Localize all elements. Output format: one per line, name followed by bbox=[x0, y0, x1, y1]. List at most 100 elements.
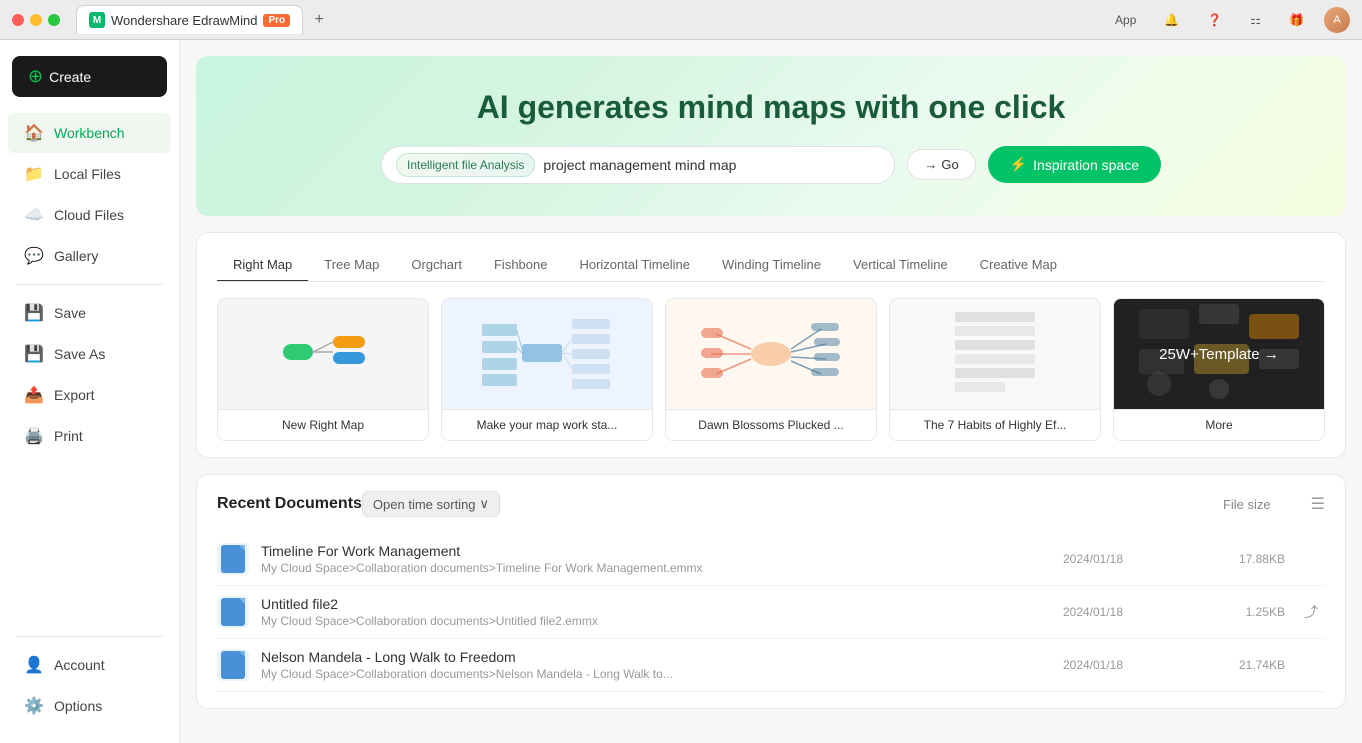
save-as-icon: 💾 bbox=[24, 344, 44, 364]
new-tab-button[interactable]: + bbox=[307, 8, 331, 32]
create-button[interactable]: ⊕ Create bbox=[12, 56, 167, 97]
share-icon-2[interactable]: ⤴ bbox=[1297, 598, 1325, 626]
sidebar-item-gallery[interactable]: 💬 Gallery bbox=[8, 236, 171, 276]
tab-right-map[interactable]: Right Map bbox=[217, 249, 308, 282]
titlebar-right: App 🔔 ❓ ⚏ 🎁 A bbox=[1107, 7, 1350, 33]
gallery-icon: 💬 bbox=[24, 246, 44, 266]
file-name-1: Timeline For Work Management bbox=[261, 543, 1001, 559]
traffic-lights bbox=[12, 14, 60, 26]
sidebar-item-cloud-files[interactable]: ☁️ Cloud Files bbox=[8, 195, 171, 235]
bell-icon: 🔔 bbox=[1164, 13, 1179, 27]
ai-search-input[interactable] bbox=[543, 157, 886, 173]
file-type-badge-2 bbox=[221, 598, 245, 626]
tab-orgchart[interactable]: Orgchart bbox=[395, 249, 478, 282]
recent-title: Recent Documents bbox=[217, 495, 362, 513]
template-grid: New Right Map bbox=[217, 298, 1325, 441]
tab-winding-timeline[interactable]: Winding Timeline bbox=[706, 249, 837, 282]
notification-button[interactable]: 🔔 bbox=[1156, 9, 1187, 31]
file-name-2: Untitled file2 bbox=[261, 596, 1001, 612]
template-card-dawn-blossoms[interactable]: Dawn Blossoms Plucked ... bbox=[665, 298, 877, 441]
close-button[interactable] bbox=[12, 14, 24, 26]
hero-input-row: Intelligent file Analysis → Go ⚡ Inspira… bbox=[381, 146, 1161, 184]
recent-header: Recent Documents Open time sorting ∨ Fil… bbox=[217, 491, 1325, 517]
sidebar-item-account[interactable]: 👤 Account bbox=[8, 645, 171, 685]
hero-input-wrapper: Intelligent file Analysis bbox=[381, 146, 895, 184]
template-tabs: Right Map Tree Map Orgchart Fishbone Hor… bbox=[217, 249, 1325, 282]
file-date-2: 2024/01/18 bbox=[1013, 605, 1173, 619]
save-icon: 💾 bbox=[24, 303, 44, 323]
tab-tree-map[interactable]: Tree Map bbox=[308, 249, 395, 282]
account-icon: 👤 bbox=[24, 655, 44, 675]
file-type-badge-3 bbox=[221, 651, 245, 679]
file-date-1: 2024/01/18 bbox=[1013, 552, 1173, 566]
sort-arrow: ∨ bbox=[480, 496, 490, 512]
sidebar-item-print[interactable]: 🖨️ Print bbox=[8, 416, 171, 456]
sidebar-item-export-label: Export bbox=[54, 387, 94, 403]
sidebar-item-local-files-label: Local Files bbox=[54, 166, 121, 182]
grid-button[interactable]: ⚏ bbox=[1242, 9, 1269, 31]
app-name: Wondershare EdrawMind bbox=[111, 13, 257, 28]
template-name-habits: The 7 Habits of Highly Ef... bbox=[890, 409, 1100, 440]
right-map-preview bbox=[263, 314, 383, 394]
avatar[interactable]: A bbox=[1324, 7, 1350, 33]
go-label: Go bbox=[941, 157, 958, 172]
template-card-work-sta[interactable]: Make your map work sta... bbox=[441, 298, 653, 441]
help-icon: ❓ bbox=[1207, 13, 1222, 27]
intelligent-tag: Intelligent file Analysis bbox=[396, 153, 535, 177]
work-sta-preview bbox=[472, 309, 622, 399]
sidebar-item-local-files[interactable]: 📁 Local Files bbox=[8, 154, 171, 194]
tab-creative-map[interactable]: Creative Map bbox=[964, 249, 1073, 282]
recent-section: Recent Documents Open time sorting ∨ Fil… bbox=[196, 474, 1346, 709]
sidebar-item-options[interactable]: ⚙️ Options bbox=[8, 686, 171, 726]
file-path-3: My Cloud Space>Collaboration documents>N… bbox=[261, 667, 1001, 681]
inspiration-label: Inspiration space bbox=[1033, 157, 1139, 173]
workbench-icon: 🏠 bbox=[24, 123, 44, 143]
app-logo: M bbox=[89, 12, 105, 28]
sidebar-item-workbench[interactable]: 🏠 Workbench bbox=[8, 113, 171, 153]
file-size-header: File size bbox=[1223, 497, 1311, 512]
minimize-button[interactable] bbox=[30, 14, 42, 26]
sidebar-item-options-label: Options bbox=[54, 698, 102, 714]
template-card-new-right-map[interactable]: New Right Map bbox=[217, 298, 429, 441]
local-files-icon: 📁 bbox=[24, 164, 44, 184]
file-name-3: Nelson Mandela - Long Walk to Freedom bbox=[261, 649, 1001, 665]
recent-doc-3[interactable]: Nelson Mandela - Long Walk to Freedom My… bbox=[217, 639, 1325, 692]
template-card-habits[interactable]: The 7 Habits of Highly Ef... bbox=[889, 298, 1101, 441]
habits-preview bbox=[945, 304, 1045, 404]
recent-doc-2[interactable]: Untitled file2 My Cloud Space>Collaborat… bbox=[217, 586, 1325, 639]
pro-badge: Pro bbox=[263, 14, 290, 27]
go-button[interactable]: → Go bbox=[907, 149, 975, 180]
template-card-more[interactable]: 25W+Template → More bbox=[1113, 298, 1325, 441]
sort-button[interactable]: Open time sorting ∨ bbox=[362, 491, 500, 517]
main-tab[interactable]: M Wondershare EdrawMind Pro bbox=[76, 5, 303, 34]
recent-doc-1[interactable]: Timeline For Work Management My Cloud Sp… bbox=[217, 533, 1325, 586]
sidebar-item-save-as[interactable]: 💾 Save As bbox=[8, 334, 171, 374]
inspiration-button[interactable]: ⚡ Inspiration space bbox=[988, 146, 1161, 183]
tab-fishbone[interactable]: Fishbone bbox=[478, 249, 563, 282]
sidebar-top: ⊕ Create 🏠 Workbench 📁 Local Files ☁️ Cl… bbox=[0, 48, 179, 628]
template-thumb-dawn-blossoms bbox=[666, 299, 876, 409]
app-button[interactable]: App bbox=[1107, 9, 1144, 31]
cloud-files-icon: ☁️ bbox=[24, 205, 44, 225]
template-thumb-more: 25W+Template → bbox=[1114, 299, 1324, 409]
gift-button[interactable]: 🎁 bbox=[1281, 9, 1312, 31]
view-toggle-icon[interactable]: ☰ bbox=[1311, 494, 1325, 514]
go-arrow: → bbox=[924, 157, 937, 172]
sidebar-bottom: 👤 Account ⚙️ Options bbox=[0, 628, 179, 735]
tab-vertical-timeline[interactable]: Vertical Timeline bbox=[837, 249, 964, 282]
help-button[interactable]: ❓ bbox=[1199, 9, 1230, 31]
file-path-1: My Cloud Space>Collaboration documents>T… bbox=[261, 561, 1001, 575]
template-name-new-right-map: New Right Map bbox=[218, 409, 428, 440]
sidebar-item-export[interactable]: 📤 Export bbox=[8, 375, 171, 415]
tab-horizontal-timeline[interactable]: Horizontal Timeline bbox=[563, 249, 706, 282]
grid-icon: ⚏ bbox=[1250, 13, 1261, 27]
file-share-placeholder-1 bbox=[1297, 545, 1325, 573]
template-thumb-habits bbox=[890, 299, 1100, 409]
more-card-overlay: 25W+Template → bbox=[1114, 299, 1324, 409]
template-name-work-sta: Make your map work sta... bbox=[442, 409, 652, 440]
file-date-3: 2024/01/18 bbox=[1013, 658, 1173, 672]
sidebar-bottom-divider bbox=[16, 636, 163, 637]
titlebar: M Wondershare EdrawMind Pro + App 🔔 ❓ ⚏ … bbox=[0, 0, 1362, 40]
maximize-button[interactable] bbox=[48, 14, 60, 26]
sidebar-item-save[interactable]: 💾 Save bbox=[8, 293, 171, 333]
